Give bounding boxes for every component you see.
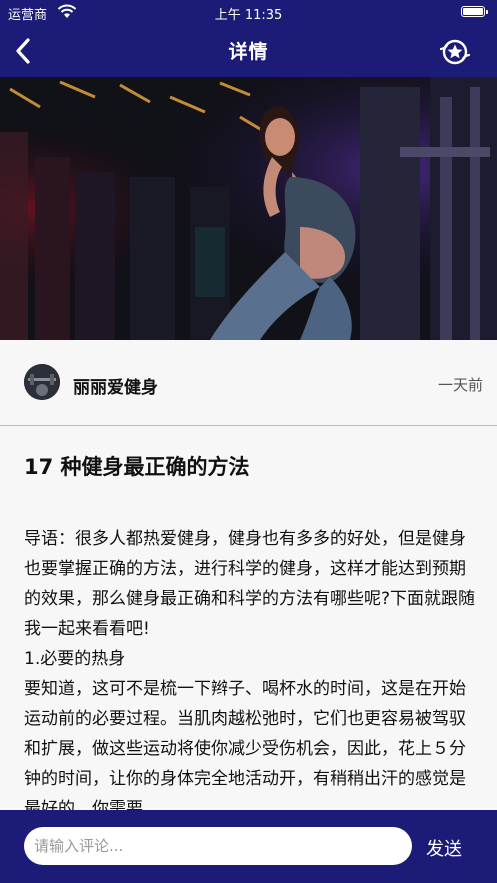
page-title: 详情	[228, 41, 269, 63]
hero-image-gym-woman	[0, 77, 497, 340]
favorite-star-icon[interactable]	[438, 35, 472, 69]
article-body: 导语：很多人都热爱健身，健身也有多多的好处，但是健身也要掌握正确的方法，进行科学…	[24, 524, 480, 810]
article-paragraph: 导语：很多人都热爱健身，健身也有多多的好处，但是健身也要掌握正确的方法，进行科学…	[24, 529, 476, 639]
comment-bar: 发送	[0, 810, 497, 883]
battery-icon	[461, 6, 488, 17]
send-button[interactable]: 发送	[426, 835, 462, 861]
author-name[interactable]: 丽丽爱健身	[73, 373, 158, 398]
article-paragraph: 1.必要的热身	[24, 649, 126, 669]
author-avatar[interactable]	[24, 364, 60, 400]
hero-illustration	[0, 77, 497, 340]
article-title: 17 种健身最正确的方法	[24, 455, 250, 479]
comment-input[interactable]	[24, 827, 412, 865]
post-time: 一天前	[437, 376, 483, 394]
author-row: 丽丽爱健身 一天前	[0, 340, 497, 425]
status-bar: 运营商 上午 11:35	[0, 0, 497, 24]
article-paragraph: 要知道，这可不是梳一下辫子、喝杯水的时间，这是在开始运动前的必要过程。当肌肉越松…	[24, 679, 466, 810]
clock: 上午 11:35	[214, 8, 283, 23]
divider	[0, 425, 497, 426]
top-navigation-bar: 运营商 上午 11:35 详情	[0, 0, 497, 77]
